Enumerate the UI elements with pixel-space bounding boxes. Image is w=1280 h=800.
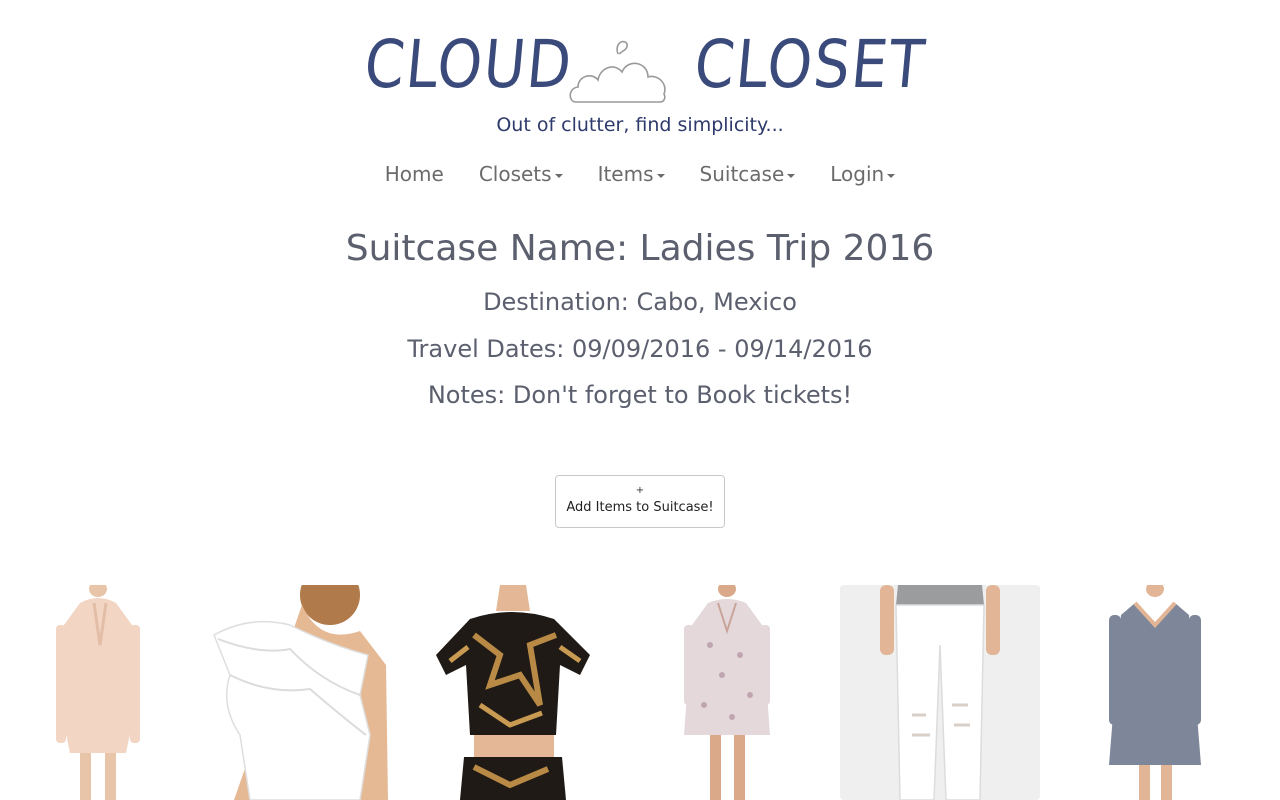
item-white-ruffle-top[interactable]: [210, 585, 390, 800]
suitcase-notes: Notes: Don't forget to Book tickets!: [427, 381, 853, 409]
item-printed-shift-dress[interactable]: [680, 585, 775, 800]
logo-word-cloud: CLOUD: [361, 26, 577, 103]
nav-suitcase-label: Suitcase: [699, 162, 785, 186]
item-white-distressed-jeans[interactable]: [840, 585, 1040, 800]
caret-down-icon: [887, 174, 896, 178]
nav-suitcase-dropdown[interactable]: Suitcase: [700, 162, 796, 186]
nav-items-label: Items: [597, 162, 654, 186]
caret-down-icon: [787, 174, 796, 178]
printed-dress-image: [680, 585, 775, 800]
blush-dress-image: [50, 585, 145, 800]
logo-word-closet: CLOSET: [691, 26, 930, 103]
nav-login-dropdown[interactable]: Login: [830, 162, 896, 186]
nav-items-dropdown[interactable]: Items: [598, 162, 665, 186]
suitcase-items-gallery: [0, 585, 1280, 800]
nav-closets-label: Closets: [478, 162, 552, 186]
tagline: Out of clutter, find simplicity...: [496, 114, 784, 136]
nav-closets-dropdown[interactable]: Closets: [479, 162, 563, 186]
grey-dress-image: [1105, 585, 1205, 800]
caret-down-icon: [554, 174, 563, 178]
white-jeans-image: [840, 585, 1040, 800]
caret-down-icon: [656, 174, 665, 178]
logo[interactable]: CLOUD CLOSET: [0, 26, 1280, 108]
suitcase-travel-dates: Travel Dates: 09/09/2016 - 09/14/2016: [407, 335, 873, 363]
item-grey-swing-dress[interactable]: [1105, 585, 1205, 800]
suitcase-name: Suitcase Name: Ladies Trip 2016: [345, 228, 935, 269]
plus-icon: +: [635, 485, 645, 496]
main-nav: Home Closets Items Suitcase Login: [0, 162, 1280, 186]
sequin-top-image: [430, 585, 595, 800]
white-ruffle-top-image: [210, 585, 390, 800]
cloud-hanger-icon: [569, 40, 666, 103]
item-blush-tie-neck-dress[interactable]: [50, 585, 145, 800]
nav-home[interactable]: Home: [385, 162, 444, 186]
add-items-label: Add Items to Suitcase!: [566, 500, 714, 515]
nav-login-label: Login: [830, 162, 885, 186]
add-items-button[interactable]: + Add Items to Suitcase!: [555, 475, 725, 528]
item-sequin-crop-top[interactable]: [430, 585, 595, 800]
suitcase-destination: Destination: Cabo, Mexico: [483, 288, 797, 316]
nav-home-label: Home: [384, 162, 444, 186]
